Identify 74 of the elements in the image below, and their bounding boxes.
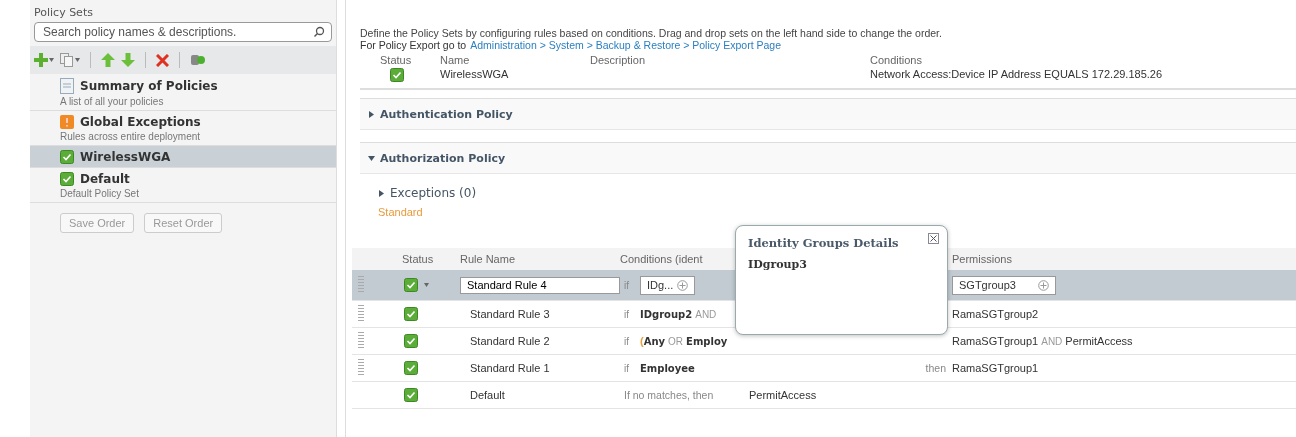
caret-icon bbox=[75, 58, 80, 62]
fallback-text: If no matches, then bbox=[623, 389, 714, 401]
rule-name: Default bbox=[469, 389, 505, 401]
checkbox[interactable] bbox=[404, 278, 418, 292]
permission-text: PermitAccess bbox=[749, 389, 817, 401]
if-keyword: if bbox=[623, 308, 629, 320]
checkbox[interactable] bbox=[60, 172, 74, 186]
rule-name: Standard Rule 1 bbox=[469, 362, 550, 374]
rule-name-field[interactable]: Standard Rule 4 bbox=[460, 276, 620, 294]
policy-set-conditions: Network Access:Device IP Address EQUALS 172.29.185.26 bbox=[870, 68, 1164, 82]
policy-set-item[interactable]: WirelessWGA bbox=[30, 146, 336, 168]
column-header: Description bbox=[590, 54, 647, 66]
column-header: Permissions bbox=[952, 253, 1012, 265]
rule-name: Standard Rule 3 bbox=[469, 308, 550, 320]
export-button[interactable] bbox=[190, 53, 206, 67]
rule-name: Standard Rule 2 bbox=[469, 335, 550, 347]
duplicate-button[interactable] bbox=[60, 53, 80, 67]
if-keyword: if bbox=[623, 279, 629, 291]
condition-text: OR bbox=[668, 335, 684, 347]
column-header: Rule Name bbox=[460, 253, 516, 265]
popover-title: Identity Groups Details bbox=[748, 236, 900, 250]
column-header: Conditions (ident bbox=[620, 253, 703, 265]
permission-field[interactable]: SGTgroup3 bbox=[952, 275, 1056, 295]
delete-button[interactable] bbox=[156, 53, 169, 67]
identity-group-name: IDgroup3 bbox=[748, 258, 808, 271]
policy-set-name: WirelessWGA bbox=[440, 68, 510, 82]
search-icon bbox=[313, 26, 325, 38]
permission-text: RamaSGTgroup1 bbox=[952, 362, 1039, 374]
if-keyword: if bbox=[623, 335, 629, 347]
caret-icon bbox=[49, 58, 54, 62]
column-header: Conditions bbox=[870, 54, 923, 66]
condition-text: IDgroup2 bbox=[640, 308, 693, 320]
policy-set-item[interactable]: Default Default Policy Set bbox=[30, 168, 336, 203]
export-label: For Policy Export go to bbox=[360, 39, 467, 51]
standard-label: Standard bbox=[377, 205, 424, 218]
export-link[interactable]: Administration > System > Backup & Restore > Policy Export Page bbox=[470, 39, 781, 51]
condition-field[interactable]: IDg... bbox=[640, 275, 696, 295]
add-permission-icon[interactable] bbox=[1038, 279, 1049, 291]
checkbox[interactable] bbox=[404, 334, 418, 348]
add-button[interactable] bbox=[34, 53, 54, 67]
section-header[interactable]: Authorization Policy bbox=[360, 142, 1296, 174]
add-condition-icon[interactable] bbox=[677, 279, 689, 291]
policy-set-item[interactable]: Summary of Policies A list of all your policies bbox=[30, 74, 336, 111]
intro-text: Define the Policy Sets by configuring rules based on conditions. Drag and drop sets on the left hand side to change the order. bbox=[360, 27, 943, 39]
section-header[interactable]: Authentication Policy bbox=[360, 98, 1296, 130]
checkbox[interactable] bbox=[404, 388, 418, 402]
column-header: Status bbox=[380, 54, 413, 66]
condition-text: Employee bbox=[640, 362, 695, 374]
caret-icon bbox=[424, 283, 429, 287]
condition-text: Employ bbox=[686, 335, 728, 347]
condition-text: ( bbox=[640, 335, 644, 347]
column-header: Name bbox=[440, 54, 471, 66]
permission-text: AND bbox=[1041, 335, 1063, 347]
exceptions-toggle[interactable]: Exceptions (0) bbox=[390, 186, 477, 200]
condition-text: AND bbox=[695, 308, 717, 320]
checkbox[interactable] bbox=[404, 361, 418, 375]
panel-title: Policy Sets bbox=[33, 6, 94, 21]
checkbox[interactable] bbox=[60, 150, 74, 164]
checkbox[interactable] bbox=[404, 307, 418, 321]
exception-icon bbox=[60, 115, 74, 129]
column-header: Status bbox=[402, 253, 434, 265]
permission-text: RamaSGTgroup2 bbox=[952, 308, 1039, 320]
checkbox[interactable] bbox=[390, 68, 404, 82]
collapsed-arrow-icon[interactable] bbox=[378, 189, 385, 197]
condition-text: Any bbox=[643, 335, 666, 347]
permission-text: PermitAccess bbox=[1065, 335, 1133, 347]
if-keyword: if bbox=[623, 362, 629, 374]
expanded-arrow-icon[interactable] bbox=[368, 154, 375, 162]
collapsed-arrow-icon[interactable] bbox=[368, 110, 375, 118]
permission-text: RamaSGTgroup1 bbox=[952, 335, 1039, 347]
close-button[interactable] bbox=[928, 232, 939, 247]
document-icon bbox=[60, 78, 74, 94]
search-field[interactable]: Search policy names & descriptions. bbox=[34, 22, 332, 42]
then-keyword: then bbox=[925, 362, 946, 374]
